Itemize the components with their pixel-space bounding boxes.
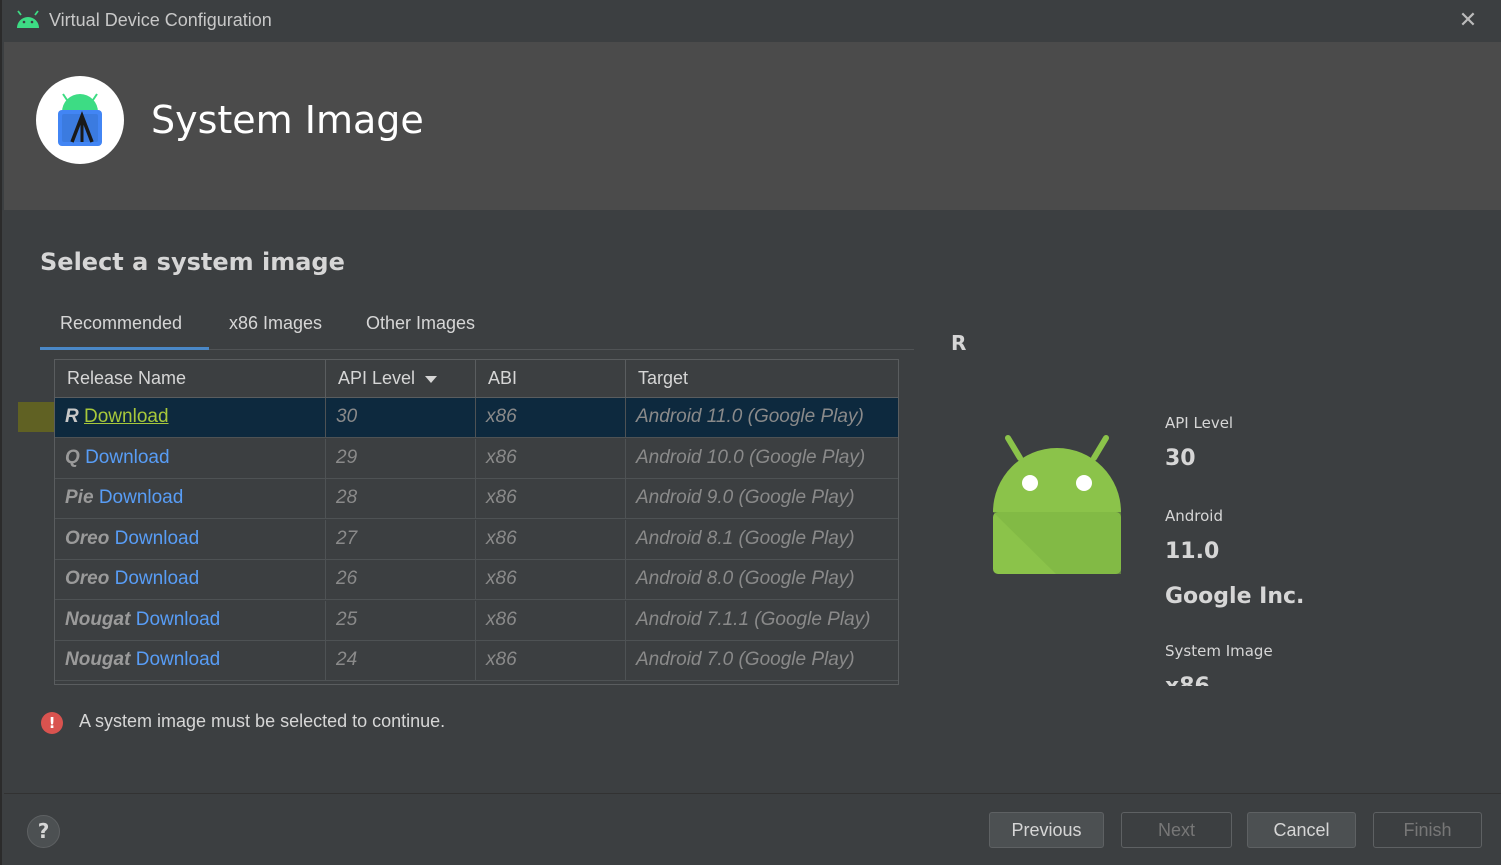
system-image-label: System Image — [1165, 642, 1273, 660]
column-release-name[interactable]: Release Name — [55, 360, 326, 398]
api-level-cell: 24 — [326, 641, 476, 681]
release-name: Nougat — [65, 649, 131, 670]
release-name: Nougat — [65, 608, 131, 630]
tab-other-images[interactable]: Other Images — [346, 308, 496, 350]
release-name: Pie — [65, 487, 94, 508]
api-level-label: API Level — [1165, 414, 1234, 432]
window-title: Virtual Device Configuration — [49, 10, 272, 30]
table-row[interactable]: Nougat Download 24 x86 Android 7.0 (Google … — [55, 641, 898, 681]
system-image-value: x86 — [1165, 674, 1210, 686]
api-level-value: 30 — [1165, 446, 1196, 471]
table-row[interactable]: R Download 30 x86 Android 11.0 (Google Play… — [55, 398, 898, 438]
android-robot-icon — [993, 435, 1121, 574]
error-message: A system image must be selected to conti… — [79, 711, 446, 731]
table-header: Release Name API Level ABI Target — [55, 360, 898, 398]
vendor-value: Google Inc. — [1165, 584, 1305, 609]
table-row[interactable]: Oreo Download 26 x86 Android 8.0 (Google Pl… — [55, 560, 898, 600]
title-bar: Virtual Device Configuration ✕ — [2, 0, 1501, 42]
android-studio-logo — [36, 76, 124, 164]
page-title: System Image — [151, 98, 424, 142]
section-title: Select a system image — [40, 248, 345, 276]
table-row[interactable]: Q Download 29 x86 Android 10.0 (Google Play… — [55, 438, 898, 479]
android-label: Android — [1165, 507, 1223, 525]
download-link[interactable]: Download — [85, 447, 170, 468]
release-name: Oreo — [65, 568, 110, 589]
system-image-table[interactable]: Release Name API Level ABI Target R Down… — [54, 359, 899, 685]
download-link[interactable]: Download — [84, 406, 169, 427]
download-link[interactable]: Download — [115, 568, 200, 589]
release-name-cell: Oreo Download — [55, 560, 326, 600]
column-target[interactable]: Target — [626, 360, 898, 398]
error-icon: ! — [41, 712, 63, 734]
target-cell: Android 10.0 (Google Play) — [636, 446, 866, 468]
tab-recommended[interactable]: Recommended — [40, 308, 209, 350]
table-row[interactable]: Nougat Download 25 x86 Android 7.1.1 (Googl… — [55, 600, 898, 641]
api-level-cell: 26 — [326, 560, 476, 600]
android-studio-icon — [58, 93, 102, 146]
target-cell: Android 9.0 (Google Play) — [636, 487, 855, 508]
download-link[interactable]: Download — [136, 609, 221, 630]
wizard-header: System Image — [4, 42, 1501, 210]
android-version-value: 11.0 — [1165, 539, 1220, 564]
target-cell: Android 8.1 (Google Play) — [636, 527, 855, 549]
download-link[interactable]: Download — [115, 528, 200, 549]
download-link[interactable]: Download — [99, 487, 184, 508]
next-button[interactable]: Next — [1121, 812, 1232, 848]
target-cell: Android 7.1.1 (Google Play) — [636, 608, 871, 630]
api-level-cell: 29 — [326, 438, 476, 479]
abi-cell: x86 — [476, 519, 626, 560]
target-cell: Android 8.0 (Google Play) — [636, 568, 855, 589]
finish-button[interactable]: Finish — [1373, 812, 1482, 848]
help-icon[interactable]: ? — [27, 815, 60, 848]
image-tabs: Recommended x86 Images Other Images — [40, 308, 914, 350]
abi-cell: x86 — [476, 560, 626, 600]
release-name-cell: Q Download — [55, 438, 326, 479]
api-level-cell: 25 — [326, 600, 476, 641]
release-name: R — [65, 406, 79, 427]
download-link[interactable]: Download — [136, 649, 221, 670]
android-icon — [17, 10, 39, 28]
column-abi[interactable]: ABI — [476, 360, 626, 398]
column-api-level[interactable]: API Level — [326, 360, 476, 398]
abi-cell: x86 — [476, 438, 626, 479]
release-name-cell: R Download — [55, 398, 326, 438]
api-level-cell: 28 — [326, 479, 476, 519]
sort-descending-icon — [425, 375, 438, 383]
release-name: Q — [65, 446, 80, 468]
dialog-window: Virtual Device Configuration ✕ System Im… — [0, 0, 1501, 865]
abi-cell: x86 — [476, 600, 626, 641]
target-cell: Android 11.0 (Google Play) — [636, 406, 864, 427]
abi-cell: x86 — [476, 479, 626, 519]
abi-cell: x86 — [476, 398, 626, 438]
release-name-cell: Pie Download — [55, 479, 326, 519]
abi-cell: x86 — [476, 641, 626, 681]
system-image-value-clip: x86 — [1162, 670, 1362, 686]
table-row[interactable]: Pie Download 28 x86 Android 9.0 (Google Pla… — [55, 479, 898, 519]
close-icon[interactable]: ✕ — [1454, 8, 1482, 36]
release-name: Oreo — [65, 527, 110, 549]
release-name-cell: Oreo Download — [55, 519, 326, 560]
tab-x86-images[interactable]: x86 Images — [209, 308, 346, 350]
table-row[interactable]: Oreo Download 27 x86 Android 8.1 (Google Pl… — [55, 519, 898, 560]
cancel-button[interactable]: Cancel — [1247, 812, 1356, 848]
target-cell: Android 7.0 (Google Play) — [636, 649, 855, 670]
api-level-cell: 27 — [326, 519, 476, 560]
details-release-letter: R — [951, 331, 967, 355]
release-name-cell: Nougat Download — [55, 600, 326, 641]
release-name-cell: Nougat Download — [55, 641, 326, 681]
previous-button[interactable]: Previous — [989, 812, 1104, 848]
api-level-cell: 30 — [326, 398, 476, 438]
